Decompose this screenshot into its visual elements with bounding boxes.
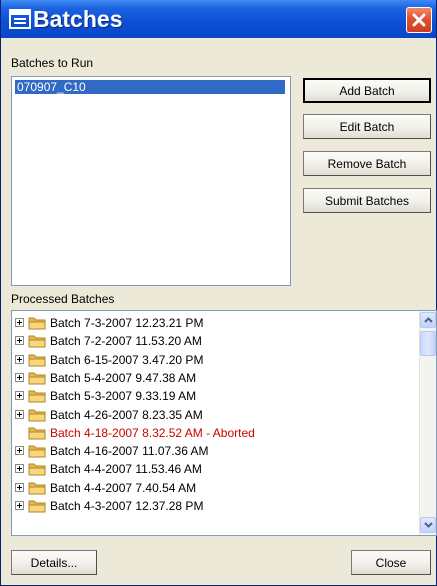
tree-row-label: Batch 7-2-2007 11.53.20 AM [50, 334, 202, 349]
tree-row[interactable]: Batch 7-3-2007 12.23.21 PM [12, 314, 382, 332]
window-list-icon [9, 9, 31, 29]
processed-batches-tree[interactable]: Batch 7-3-2007 12.23.21 PM Batch 7-2-2007… [11, 310, 437, 536]
plus-expander-icon[interactable] [15, 372, 24, 382]
close-x-icon [412, 13, 426, 27]
folder-icon [28, 463, 46, 476]
window-title: Batches [33, 6, 123, 32]
close-window-button[interactable] [406, 7, 432, 33]
edit-batch-button[interactable]: Edit Batch [303, 114, 431, 139]
tree-row-label: Batch 4-26-2007 8.23.35 AM [50, 407, 203, 422]
plus-expander-icon[interactable] [15, 446, 24, 456]
vertical-scrollbar[interactable] [419, 311, 436, 535]
tree-row[interactable]: Batch 5-4-2007 9.47.38 AM [12, 369, 382, 387]
folder-icon [28, 335, 46, 348]
tree-row-label: Batch 7-3-2007 12.23.21 PM [50, 316, 204, 330]
plus-expander-icon[interactable] [15, 409, 24, 419]
batches-to-run-label: Batches to Run [11, 56, 94, 70]
chevron-up-icon [423, 317, 433, 323]
folder-icon [28, 427, 46, 440]
batch-list-item[interactable]: 070907_C10 [15, 80, 285, 94]
tree-row[interactable]: Batch 4-18-2007 8.32.52 AM - Aborted [12, 424, 382, 442]
tree-row-label-aborted: Batch 4-18-2007 8.32.52 AM - Aborted [50, 425, 255, 440]
batches-dialog: Batches Batches to Run 070907_C10 Add Ba… [0, 0, 437, 586]
remove-batch-button[interactable]: Remove Batch [303, 151, 431, 176]
tree-row[interactable]: Batch 6-15-2007 3.47.20 PM [12, 351, 382, 369]
submit-batches-button[interactable]: Submit Batches [303, 188, 431, 213]
folder-icon [28, 317, 46, 330]
scroll-down-button[interactable] [420, 517, 436, 533]
scroll-thumb[interactable] [420, 331, 436, 356]
tree-row-label: Batch 4-3-2007 12.37.28 PM [50, 499, 204, 513]
tree-row[interactable]: Batch 4-3-2007 12.37.28 PM [12, 497, 382, 515]
tree-row[interactable]: Batch 4-4-2007 7.40.54 AM [12, 479, 382, 497]
plus-expander-icon[interactable] [15, 464, 24, 474]
tree-row[interactable]: Batch 4-26-2007 8.23.35 AM [12, 406, 382, 424]
scroll-up-button[interactable] [420, 312, 436, 328]
tree-row-label: Batch 5-3-2007 9.33.19 AM [50, 389, 197, 404]
folder-icon [28, 372, 46, 385]
add-batch-button[interactable]: Add Batch [303, 78, 431, 103]
tree-row[interactable]: Batch 5-3-2007 9.33.19 AM [12, 387, 382, 405]
chevron-down-icon [423, 522, 433, 528]
tree-row[interactable]: Batch 7-2-2007 11.53.20 AM [12, 332, 382, 350]
tree-row[interactable]: Batch 4-4-2007 11.53.46 AM [12, 460, 382, 478]
plus-expander-icon[interactable] [15, 354, 24, 364]
plus-expander-icon[interactable] [15, 482, 24, 492]
folder-icon [28, 409, 46, 421]
folder-icon [28, 445, 46, 458]
batches-to-run-list[interactable]: 070907_C10 [11, 76, 291, 286]
folder-icon [28, 390, 46, 403]
processed-batches-label: Processed Batches [11, 292, 115, 306]
close-button[interactable]: Close [351, 550, 431, 575]
tree-row-label: Batch 4-4-2007 7.40.54 AM [50, 480, 197, 495]
tree-row-label: Batch 6-15-2007 3.47.20 PM [50, 352, 204, 367]
plus-expander-icon[interactable] [15, 391, 24, 401]
folder-icon [28, 500, 46, 513]
tree-row-label: Batch 5-4-2007 9.47.38 AM [50, 370, 197, 385]
tree-row-label: Batch 4-16-2007 11.07.36 AM [50, 444, 209, 459]
plus-expander-icon[interactable] [15, 501, 24, 510]
tree-row-label: Batch 4-4-2007 11.53.46 AM [50, 462, 202, 477]
folder-icon [28, 354, 46, 367]
plus-expander-icon[interactable] [15, 336, 24, 346]
tree-row[interactable]: Batch 4-16-2007 11.07.36 AM [12, 442, 382, 460]
plus-expander-icon[interactable] [15, 318, 24, 327]
details-button[interactable]: Details... [11, 550, 97, 575]
folder-icon [28, 482, 46, 495]
title-bar[interactable]: Batches [1, 0, 436, 38]
